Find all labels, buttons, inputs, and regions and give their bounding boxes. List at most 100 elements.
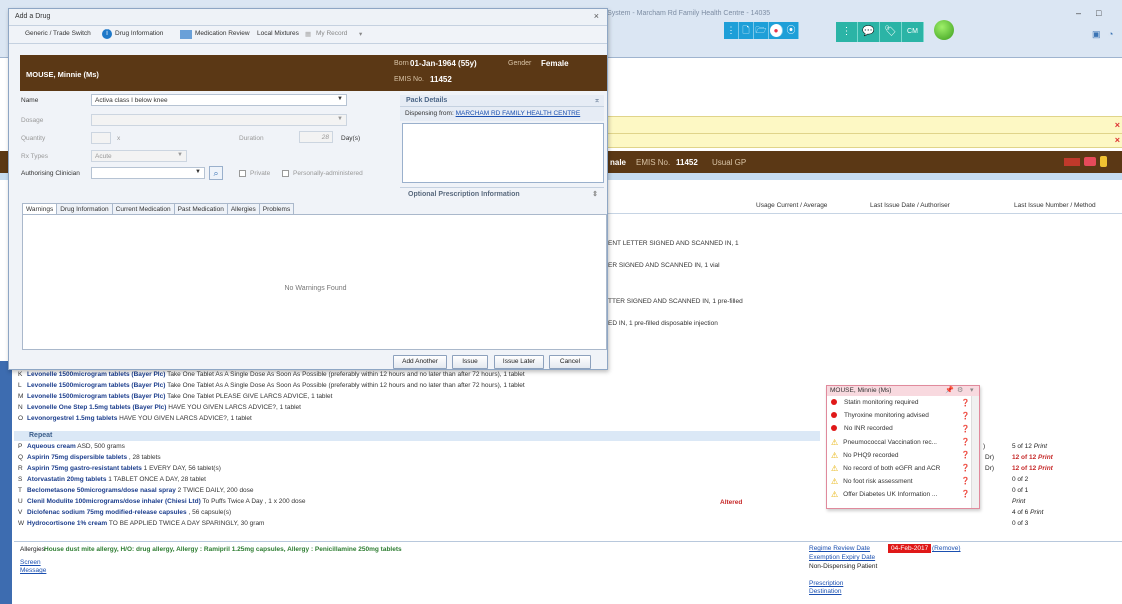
personally-administered-checkbox[interactable] — [282, 170, 289, 177]
grip-icon: ⋮ — [836, 22, 858, 42]
lock-icon[interactable] — [1100, 156, 1107, 167]
list-item[interactable]: N Levonelle One Step 1.5mg tablets (Bayer… — [18, 404, 301, 411]
screen-message-link[interactable]: Screen — [20, 559, 41, 566]
minimize-button[interactable]: – — [1076, 8, 1081, 18]
list-item[interactable]: T Beclometasone 50micrograms/dose nasal s… — [18, 487, 254, 494]
issue-button[interactable]: Issue — [452, 355, 488, 369]
pin-icon[interactable]: 📌 — [945, 386, 954, 394]
close-icon[interactable]: × — [1115, 135, 1120, 145]
help-icon[interactable]: ◔ — [1108, 29, 1113, 39]
list-item[interactable]: K Levonelle 1500microgram tablets (Bayer … — [18, 371, 525, 378]
maximize-button[interactable]: □ — [1096, 8, 1101, 18]
alert-item[interactable]: No INR recorded — [831, 425, 893, 432]
regime-review-link[interactable]: Regime Review Date — [809, 545, 870, 552]
help-icon[interactable]: ❓ — [961, 464, 970, 472]
record-icon[interactable]: ● — [770, 24, 783, 37]
chevron-down-icon[interactable]: ▾ — [970, 386, 974, 394]
warning-icon: ⚠ — [831, 477, 839, 486]
popup-scrollbar[interactable] — [971, 396, 979, 508]
expand-icon: ⇕ — [592, 191, 598, 198]
cancel-button[interactable]: Cancel — [549, 355, 591, 369]
list-item[interactable]: S Atorvastatin 20mg tablets 1 TABLET ONCE… — [18, 476, 206, 483]
list-item[interactable]: W Hydrocortisone 1% cream TO BE APPLIED T… — [18, 520, 264, 527]
list-item[interactable]: L Levonelle 1500microgram tablets (Bayer … — [18, 382, 525, 389]
toolbar-green-group: ⋮ 💬 🏷 CM — [836, 22, 924, 42]
col-last-number[interactable]: Last Issue Number / Method — [1014, 202, 1096, 209]
exemption-link[interactable]: Exemption Expiry Date — [809, 554, 875, 561]
my-record-button[interactable]: My Record — [316, 30, 347, 37]
authorising-clinician-field[interactable]: ▼ — [91, 167, 205, 179]
dispensing-location-link[interactable]: MARCHAM RD FAMILY HEALTH CENTRE — [456, 110, 581, 117]
alert-item[interactable]: ⚠ No PHQ9 recorded — [831, 451, 898, 460]
pack-list[interactable] — [402, 123, 604, 183]
close-icon[interactable]: × — [1115, 120, 1120, 130]
medication-column-header: Usage Current / Average Last Issue Date … — [608, 198, 1122, 214]
rx-type-select[interactable]: Acute ▼ — [91, 150, 187, 162]
chevron-down-icon: ▼ — [177, 152, 183, 158]
dosage-label: Dosage — [21, 117, 44, 124]
issue-later-button[interactable]: Issue Later — [494, 355, 544, 369]
tag-icon[interactable]: 🏷 — [880, 22, 902, 42]
help-icon[interactable]: ❓ — [961, 425, 970, 433]
settings-icon[interactable]: ⚙ — [957, 386, 963, 394]
alert-item[interactable]: Thyroxine monitoring advised — [831, 412, 929, 419]
pack-details-panel: Pack Details ⌅ Dispensing from: MARCHAM R… — [400, 95, 604, 195]
banner-emis: 11452 — [676, 158, 698, 167]
help-icon[interactable]: ❓ — [961, 477, 970, 485]
alert-item[interactable]: ⚠ No foot risk assessment — [831, 477, 913, 486]
chevron-down-icon[interactable]: ▾ — [359, 30, 362, 38]
list-item[interactable]: V Diclofenac sodium 75mg modified-release… — [18, 509, 231, 516]
drug-information-button[interactable]: Drug Information — [115, 30, 163, 37]
quantity-field[interactable] — [91, 132, 111, 144]
prescription-destination-link[interactable]: Prescription — [809, 580, 843, 587]
close-button[interactable]: × — [594, 11, 599, 21]
generic-trade-switch-button[interactable]: Generic / Trade Switch — [25, 30, 91, 37]
prescription-destination-link[interactable]: Destination — [809, 588, 842, 595]
my-record-side-tab[interactable]: View -> My Record (No sh — [0, 361, 29, 604]
list-item[interactable]: U Clenil Modulite 100micrograms/dose inha… — [18, 498, 306, 505]
dosage-field[interactable]: ▼ — [91, 114, 347, 126]
status-indicator[interactable] — [934, 20, 954, 40]
help-icon[interactable]: ❓ — [961, 412, 970, 420]
list-item[interactable]: R Aspirin 75mg gastro-resistant tablets 1… — [18, 465, 221, 472]
help-icon[interactable]: ❓ — [961, 399, 970, 407]
pack-details-header: Pack Details ⌅ — [400, 95, 604, 107]
private-checkbox[interactable] — [239, 170, 246, 177]
flag-icon[interactable] — [1064, 158, 1080, 166]
help-icon[interactable]: ❓ — [961, 490, 970, 498]
issue-count: 0 of 2 — [1012, 476, 1029, 483]
alert-item[interactable]: ⚠ Offer Diabetes UK Information ... — [831, 490, 937, 499]
open-folder-icon[interactable]: 🗁 — [754, 22, 769, 39]
duration-field[interactable]: 28 — [299, 131, 333, 143]
search-icon[interactable]: ⌕ — [209, 166, 223, 180]
new-document-icon[interactable]: 🗋 — [739, 22, 754, 39]
issue-count: 0 of 3 — [1012, 520, 1029, 527]
drug-name-field[interactable]: Activa class I below knee ▼ — [91, 94, 347, 106]
help-icon[interactable]: ❓ — [961, 438, 970, 446]
list-item[interactable]: Q Aspirin 75mg dispersible tablets , 28 t… — [18, 454, 161, 461]
list-item[interactable]: M Levonelle 1500microgram tablets (Bayer … — [18, 393, 332, 400]
window-icon[interactable]: ▣ — [1092, 29, 1101, 40]
issue-count: 0 of 1 — [1012, 487, 1029, 494]
screen-message-link[interactable]: Message — [20, 567, 46, 574]
usage-fragment: ) — [983, 443, 986, 450]
dialog-patient-banner: MOUSE, Minnie (Ms) Born 01-Jan-1964 (55y… — [20, 55, 607, 91]
alert-item[interactable]: Statin monitoring required — [831, 399, 918, 406]
list-item[interactable]: O Levonorgestrel 1.5mg tablets HAVE YOU G… — [18, 415, 252, 422]
alert-item[interactable]: ⚠ Pneumococcal Vaccination rec... — [831, 438, 937, 447]
cm-icon[interactable]: CM — [902, 22, 924, 42]
optional-prescription-info-header[interactable]: Optional Prescription Information ⇕ — [400, 187, 604, 200]
help-icon[interactable]: ❓ — [961, 451, 970, 459]
col-usage[interactable]: Usage Current / Average — [756, 202, 827, 209]
collapse-icon: ⌅ — [594, 97, 600, 104]
remove-link[interactable]: (Remove) — [932, 545, 961, 552]
mail-icon[interactable] — [1084, 157, 1096, 166]
local-mixtures-button[interactable]: Local Mixtures — [257, 30, 299, 37]
alert-item[interactable]: ⚠ No record of both eGFR and ACR — [831, 464, 940, 473]
target-icon[interactable]: ⦿ — [784, 22, 799, 39]
medication-review-button[interactable]: Medication Review — [195, 30, 250, 37]
list-item[interactable]: P Aqueous cream ASD, 500 grams — [18, 443, 125, 450]
col-last-issue[interactable]: Last Issue Date / Authoriser — [870, 202, 950, 209]
add-another-button[interactable]: Add Another — [393, 355, 447, 369]
chat-icon[interactable]: 💬 — [858, 22, 880, 42]
